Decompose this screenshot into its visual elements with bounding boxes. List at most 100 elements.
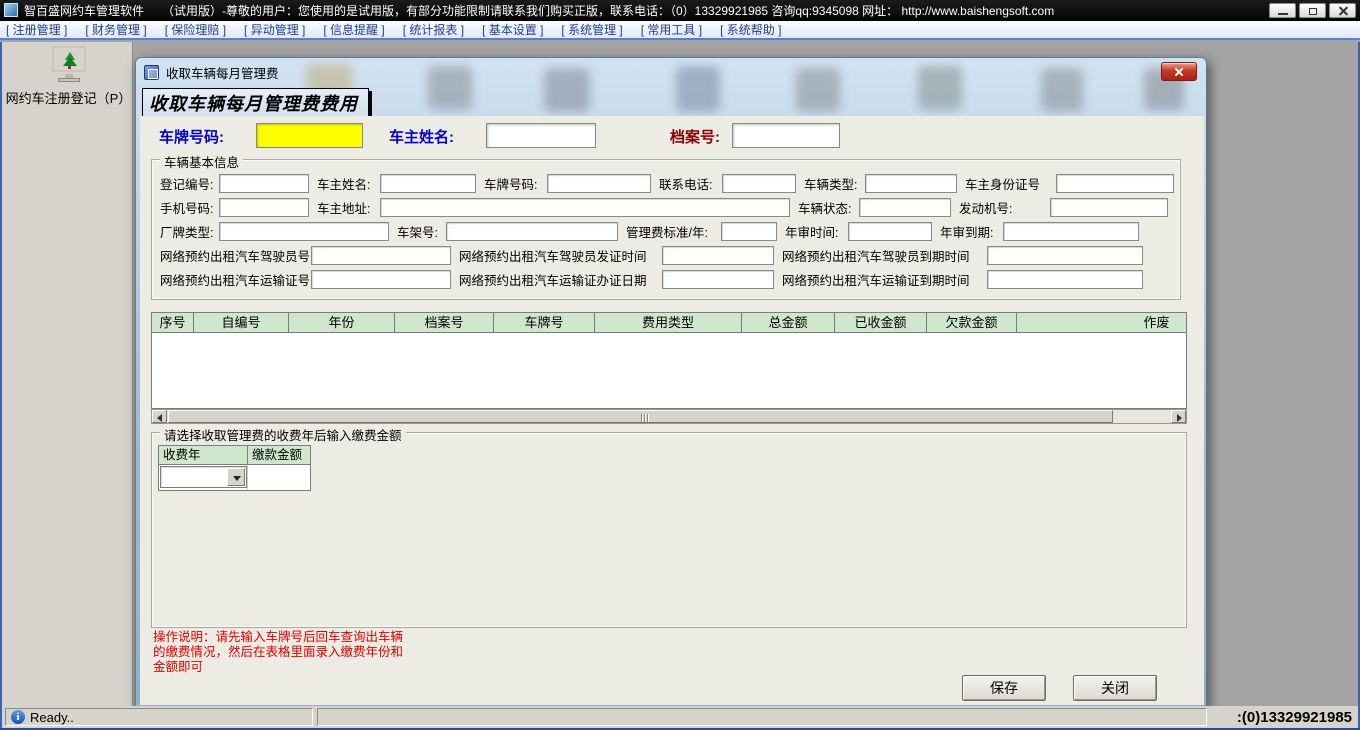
fee-records-table[interactable]: 序号自编号年份档案号车牌号费用类型总金额已收金额欠款金额作废 [151,312,1187,409]
driver-cert-no-input[interactable] [311,246,451,265]
combobox-dropdown-button[interactable] [227,468,245,486]
driver-cert-due-input[interactable] [987,246,1143,265]
horizontal-scrollbar[interactable] [151,409,1187,424]
file-number-label: 档案号: [670,126,720,147]
dialog-close-button[interactable] [1161,62,1197,81]
fee-column-header-1[interactable]: 自编号 [194,313,289,332]
engine-no-input[interactable] [1050,198,1168,217]
plate-number-label: 车牌号码: [159,126,224,147]
close-button[interactable]: 关闭 [1073,675,1157,701]
menu-item-3[interactable]: [ 异动管理 ] [244,21,305,38]
dialog-heading: 收取车辆每月管理费费用 [142,88,369,119]
menu-bar: [ 注册管理 ] [ 财务管理 ] [ 保险理赔 ] [ 异动管理 ] [ 信息提醒 ]… [0,21,1360,40]
fee-column-header-0[interactable]: 序号 [152,313,194,332]
inspect-due-input[interactable] [1003,222,1139,241]
file-number-input[interactable] [732,123,840,148]
address-input[interactable] [380,198,790,217]
close-window-button[interactable] [1329,3,1356,18]
save-button[interactable]: 保存 [962,675,1046,701]
status-ready-text: Ready.. [30,710,74,725]
fee-column-header-4[interactable]: 车牌号 [494,313,595,332]
phone-input[interactable] [722,174,796,193]
toolbar-item-register[interactable]: 网约车注册登记（P） [2,46,135,107]
reg-no-input[interactable] [219,174,309,193]
fee-column-header-8[interactable]: 欠款金额 [927,313,1017,332]
fee-column-header-2[interactable]: 年份 [289,313,395,332]
plate-no2-input[interactable] [547,174,651,193]
arrow-right-icon [1177,414,1182,422]
scroll-left-button[interactable] [152,410,167,423]
owner-name-input[interactable] [486,123,596,148]
main-window-title: 智百盛网约车管理软件 （试用版）-尊敬的用户：您使用的是试用版，有部分功能限制请… [24,2,1054,19]
mobile-input[interactable] [219,198,309,217]
vehicle-type-input[interactable] [865,174,957,193]
info-row-5: 网络预约出租汽车运输证号 网络预约出租汽车运输证办证日期 网络预约出租汽车运输证… [152,267,1180,291]
info-row-4: 网络预约出租汽车驾驶员号 网络预约出租汽车驾驶员发证时间 网络预约出租汽车驾驶员… [152,243,1180,267]
fee-entry-group-title: 请选择收取管理费的收费年后输入缴费金额 [160,425,406,444]
status-phone-text: :(0)13329921985 [1237,709,1352,726]
driver-cert-issue-label: 网络预约出租汽车驾驶员发证时间 [459,246,659,265]
scroll-right-button[interactable] [1171,410,1186,423]
toolbar-item-label: 网约车注册登记（P） [2,88,135,107]
brand-type-label: 厂牌类型: [160,222,216,241]
fee-amount-cell[interactable] [248,465,310,490]
menu-item-8[interactable]: [ 常用工具 ] [641,21,702,38]
fee-column-header-9[interactable]: 作废 [1017,313,1187,332]
info-row-1: 登记编号: 车主姓名: 车牌号码: 联系电话: 车辆类型: 车主身份证号 [152,171,1180,195]
menu-item-1[interactable]: [ 财务管理 ] [85,21,146,38]
fee-column-header-7[interactable]: 已收金额 [835,313,927,332]
fee-amount-column-header: 缴款金额 [248,446,310,464]
menu-item-4[interactable]: [ 信息提醒 ] [323,21,384,38]
fee-column-header-5[interactable]: 费用类型 [595,313,742,332]
fee-column-header-3[interactable]: 档案号 [395,313,494,332]
brand-type-input[interactable] [219,222,389,241]
transport-cert-issue-input[interactable] [662,270,774,289]
dialog-titlebar[interactable]: 收取车辆每月管理费 [136,58,1206,86]
fee-table-body[interactable] [152,333,1186,408]
monitor-tree-icon [49,46,89,84]
menu-item-9[interactable]: [ 系统帮助 ] [720,21,781,38]
owner-name2-label: 车主姓名: [317,174,377,193]
scrollbar-thumb[interactable] [168,410,1113,423]
menu-item-5[interactable]: [ 统计报表 ] [403,21,464,38]
phone-label: 联系电话: [659,174,719,193]
operation-note: 操作说明：请先输入车牌号后回车查询出车辆的缴费情况，然后在表格里面录入缴费年份和… [153,630,409,675]
status-panel-empty [317,708,1207,726]
info-icon: i [11,710,25,724]
transport-cert-no-input[interactable] [311,270,451,289]
fee-per-year-label: 管理费标准/年: [626,222,718,241]
transport-cert-issue-label: 网络预约出租汽车运输证办证日期 [459,270,659,289]
inspect-time-label: 年审时间: [785,222,845,241]
reg-no-label: 登记编号: [160,174,216,193]
close-icon [1162,63,1196,80]
driver-cert-issue-input[interactable] [662,246,774,265]
dialog-client-area: 车牌号码: 车主姓名: 档案号: 车辆基本信息 登记编号: 车主姓名: 车牌号码… [140,116,1204,705]
vehicle-status-label: 车辆状态: [798,198,856,217]
menu-item-6[interactable]: [ 基本设置 ] [482,21,543,38]
status-bar: i Ready.. :(0)13329921985 [0,706,1360,728]
fee-per-year-input[interactable] [721,222,777,241]
fee-year-cell [159,465,248,490]
dialog-title: 收取车辆每月管理费 [166,63,279,82]
app-icon [4,3,18,17]
transport-cert-due-input[interactable] [987,270,1143,289]
mobile-label: 手机号码: [160,198,216,217]
vehicle-type-label: 车辆类型: [804,174,862,193]
owner-name-label: 车主姓名: [389,126,454,147]
inspect-time-input[interactable] [848,222,932,241]
fee-year-value [161,470,164,484]
fee-table-header: 序号自编号年份档案号车牌号费用类型总金额已收金额欠款金额作废 [152,313,1186,333]
info-row-3: 厂牌类型: 车架号: 管理费标准/年: 年审时间: 年审到期: [152,219,1180,243]
vin-input[interactable] [446,222,618,241]
menu-item-2[interactable]: [ 保险理赔 ] [165,21,226,38]
owner-name2-input[interactable] [380,174,476,193]
restore-button[interactable] [1299,3,1326,18]
fee-column-header-6[interactable]: 总金额 [742,313,835,332]
fee-year-combobox[interactable] [160,466,247,488]
minimize-button[interactable] [1269,3,1296,18]
menu-item-7[interactable]: [ 系统管理 ] [561,21,622,38]
vehicle-status-input[interactable] [859,198,951,217]
plate-number-input[interactable] [256,123,363,148]
owner-id-input[interactable] [1056,174,1174,193]
menu-item-0[interactable]: [ 注册管理 ] [6,21,67,38]
